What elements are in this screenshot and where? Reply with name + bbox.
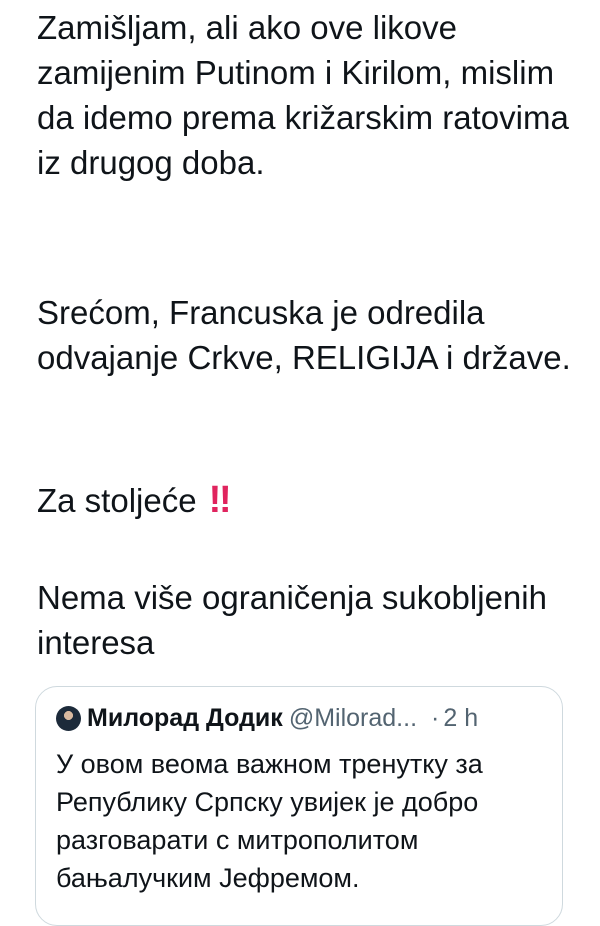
tweet-paragraph: Zamišljam, ali ako ove likove zamijenim … — [37, 9, 569, 181]
quoted-tweet-text: У овом веома важном тренутку за Републик… — [56, 749, 483, 893]
timestamp[interactable]: 2 h — [443, 701, 478, 735]
tweet-paragraph-text: Za stoljeće — [37, 482, 197, 519]
double-exclamation-icon: ‼ — [208, 479, 232, 521]
tweet-paragraph: Nema više ograničenja sukobljenih intere… — [37, 579, 547, 661]
author-handle[interactable]: @Milorad... — [289, 701, 417, 735]
author-name[interactable]: Милорад Додик — [87, 701, 283, 735]
separator-dot: · — [431, 704, 440, 732]
quoted-tweet-header: Милорад Додик @Milorad... · 2 h — [56, 701, 478, 735]
avatar[interactable] — [56, 705, 81, 731]
tweet-paragraph: Za stoljeće ‼ — [37, 478, 582, 523]
quoted-tweet-card[interactable]: Милорад Додик @Milorad... · 2 h У овом в… — [35, 686, 563, 926]
tweet-paragraph: Srećom, Francuska je odredila odvajanje … — [37, 294, 571, 376]
